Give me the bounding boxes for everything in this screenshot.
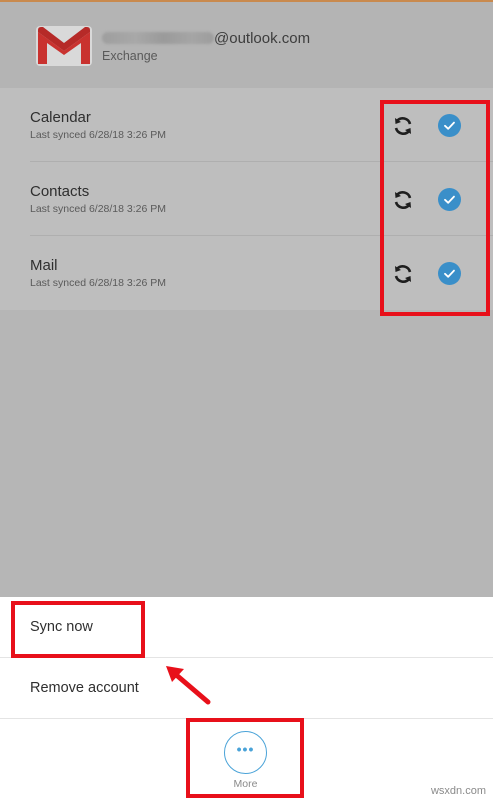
watermark: wsxdn.com [430,785,486,797]
sync-item-title: Mail [30,257,58,274]
highlight-box-sync-now [11,601,145,658]
email-domain: @outlook.com [214,30,311,47]
highlight-box-sync-controls [380,100,490,316]
redacted-username [102,32,214,44]
sync-item-last-synced: Last synced 6/28/18 3:26 PM [30,277,167,289]
account-email: @outlook.com [102,30,310,47]
pointer-arrow-annotation [166,666,211,705]
sync-item-last-synced: Last synced 6/28/18 3:26 PM [30,129,167,141]
menu-item-remove-account[interactable]: Remove account [0,658,493,719]
sync-item-last-synced: Last synced 6/28/18 3:26 PM [30,203,167,215]
account-type: Exchange [102,49,158,63]
sync-item-title: Calendar [30,109,91,126]
gmail-logo [36,26,92,66]
sync-item-title: Contacts [30,183,90,200]
account-header: @outlook.com Exchange [0,2,493,88]
highlight-box-more [186,718,304,798]
remove-account-label: Remove account [30,680,139,696]
